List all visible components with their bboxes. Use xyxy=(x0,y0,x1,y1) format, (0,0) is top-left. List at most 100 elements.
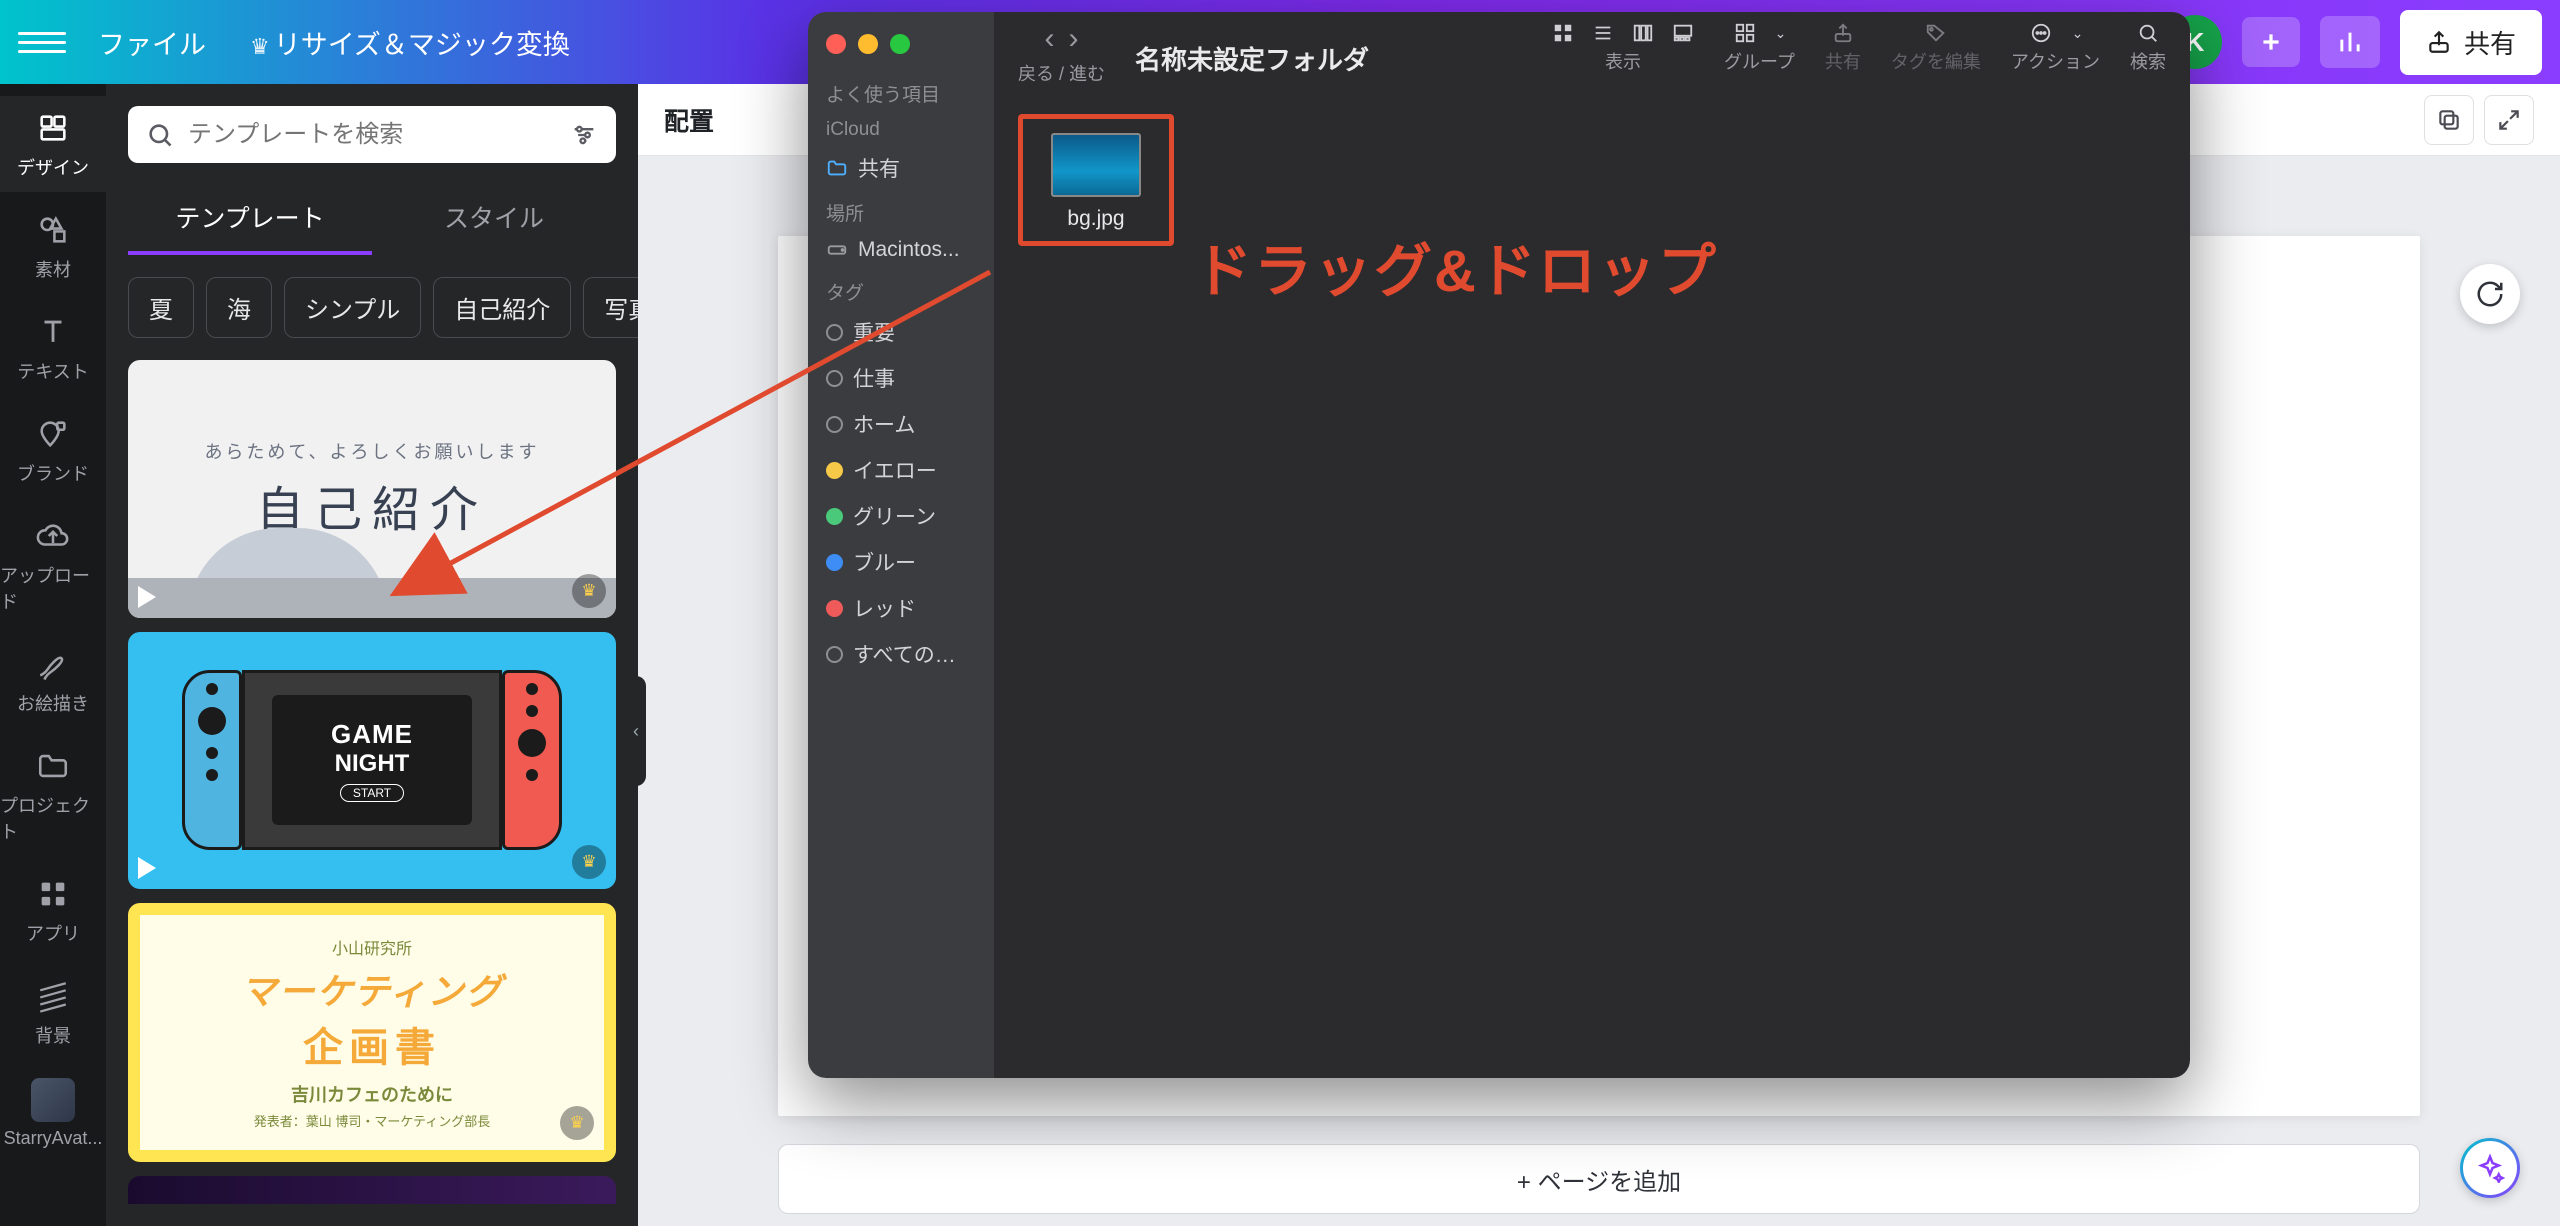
position-button[interactable]: 配置 xyxy=(664,102,714,138)
edit-tag[interactable]: タグを編集 xyxy=(1891,22,1981,74)
group-icon xyxy=(1733,22,1757,44)
back-icon: ‹ xyxy=(1045,22,1055,56)
column-view-icon xyxy=(1632,22,1654,44)
rail-text[interactable]: テキスト xyxy=(0,300,106,396)
rail-apps[interactable]: アプリ xyxy=(0,862,106,958)
design-icon xyxy=(33,108,73,148)
premium-icon: ♛ xyxy=(572,845,606,879)
tag-home[interactable]: ホーム xyxy=(808,401,994,447)
refresh-fab[interactable] xyxy=(2460,264,2520,324)
rail-elements[interactable]: 素材 xyxy=(0,198,106,294)
expand-button[interactable] xyxy=(2484,95,2534,145)
view-switcher[interactable]: 表示 xyxy=(1552,22,1694,74)
nav-back-forward[interactable]: ‹› 戻る / 進む xyxy=(1018,22,1105,86)
folder-icon xyxy=(33,746,73,786)
rail-starry-avatar[interactable]: StarryAvat... xyxy=(0,1066,106,1161)
premium-icon: ♛ xyxy=(560,1106,594,1140)
rail-brand[interactable]: ブランド xyxy=(0,402,106,498)
zoom-window-icon[interactable] xyxy=(890,34,910,54)
chip-selfintro[interactable]: 自己紹介 xyxy=(433,277,571,338)
chip-sea[interactable]: 海 xyxy=(206,277,272,338)
sidebar-tags-header: タグ xyxy=(808,270,994,309)
premium-icon: ♛ xyxy=(572,574,606,608)
play-icon xyxy=(138,586,156,608)
tag-important[interactable]: 重要 xyxy=(808,309,994,355)
templates-panel: テンプレート スタイル 夏 海 シンプル 自己紹介 写真 › あらためて、よろし… xyxy=(106,84,638,1226)
tag-red[interactable]: レッド xyxy=(808,585,994,631)
finder-share[interactable]: 共有 xyxy=(1825,22,1861,74)
duplicate-page-button[interactable] xyxy=(2424,95,2474,145)
sidebar-favorites-header: よく使う項目 xyxy=(808,72,994,111)
search-input[interactable] xyxy=(188,121,556,149)
file-tile-bg[interactable]: bg.jpg xyxy=(1018,114,1174,246)
tag-blue[interactable]: ブルー xyxy=(808,539,994,585)
apps-icon xyxy=(33,874,73,914)
list-view-icon xyxy=(1592,22,1614,44)
tab-templates[interactable]: テンプレート xyxy=(128,183,372,255)
template-card-2[interactable]: GAME NIGHT START ♛ xyxy=(128,632,616,889)
upload-icon xyxy=(33,516,73,556)
chip-summer[interactable]: 夏 xyxy=(128,277,194,338)
finder-window: よく使う項目 iCloud 共有 場所 Macintos... タグ 重要 仕事… xyxy=(808,12,2190,1078)
background-icon xyxy=(33,976,73,1016)
tag-green[interactable]: グリーン xyxy=(808,493,994,539)
file-thumbnail xyxy=(1051,133,1141,197)
panel-tabs: テンプレート スタイル xyxy=(128,183,616,255)
brand-icon xyxy=(33,414,73,454)
minimize-window-icon[interactable] xyxy=(858,34,878,54)
template-card-3[interactable]: 小山研究所 マーケティング 企画書 吉川カフェのために 発表者：葉山 博司・マー… xyxy=(128,903,616,1162)
finder-title: 名称未設定フォルダ xyxy=(1135,40,1369,77)
menu-button[interactable] xyxy=(18,18,66,66)
finder-search[interactable]: 検索 xyxy=(2130,22,2166,74)
template-list: あらためて、よろしくお願いします 自己紹介 ♛ GAME NIGHT START… xyxy=(128,360,616,1204)
template-search[interactable] xyxy=(128,106,616,163)
rail-draw[interactable]: お絵描き xyxy=(0,632,106,728)
gallery-view-icon xyxy=(1672,22,1694,44)
sidebar-item-disk[interactable]: Macintos... xyxy=(808,230,994,270)
filter-icon[interactable] xyxy=(570,121,598,149)
tab-styles[interactable]: スタイル xyxy=(372,183,616,255)
action-icon xyxy=(2028,22,2054,44)
template-card-4[interactable] xyxy=(128,1176,616,1204)
rail-background[interactable]: 背景 xyxy=(0,964,106,1060)
tag-icon xyxy=(1925,22,1947,44)
analytics-button[interactable] xyxy=(2320,16,2380,68)
finder-main: ‹› 戻る / 進む 名称未設定フォルダ 表示 ⌄ グループ 共有 xyxy=(994,12,2190,1078)
finder-content[interactable]: bg.jpg ドラッグ&ドロップ xyxy=(994,94,2190,1078)
left-rail: デザイン 素材 テキスト ブランド アップロード お絵描き プロジェクト アプリ… xyxy=(0,84,106,1226)
share-icon xyxy=(1832,22,1854,44)
forward-icon: › xyxy=(1069,22,1079,56)
resize-magic-button[interactable]: ♛リサイズ＆マジック変換 xyxy=(238,15,582,70)
window-controls[interactable] xyxy=(808,26,994,72)
annotation-text: ドラッグ&ドロップ xyxy=(1194,224,1718,308)
finder-sidebar: よく使う項目 iCloud 共有 場所 Macintos... タグ 重要 仕事… xyxy=(808,12,994,1078)
file-menu[interactable]: ファイル xyxy=(86,15,218,70)
sidebar-item-shared[interactable]: 共有 xyxy=(808,145,994,191)
sidebar-icloud-header: iCloud xyxy=(808,111,994,145)
chip-row: 夏 海 シンプル 自己紹介 写真 › xyxy=(128,277,616,338)
file-name: bg.jpg xyxy=(1067,207,1124,231)
rail-upload[interactable]: アップロード xyxy=(0,504,106,626)
add-member-button[interactable] xyxy=(2242,17,2300,67)
share-button[interactable]: 共有 xyxy=(2400,10,2542,75)
group-menu[interactable]: ⌄ グループ xyxy=(1724,22,1795,74)
chip-simple[interactable]: シンプル xyxy=(284,277,421,338)
ai-assist-fab[interactable] xyxy=(2460,1138,2520,1198)
text-icon xyxy=(33,312,73,352)
rail-design[interactable]: デザイン xyxy=(0,96,106,192)
template-card-1[interactable]: あらためて、よろしくお願いします 自己紹介 ♛ xyxy=(128,360,616,617)
close-window-icon[interactable] xyxy=(826,34,846,54)
tag-all[interactable]: すべての… xyxy=(808,631,994,677)
action-menu[interactable]: ⌄ アクション xyxy=(2011,22,2100,74)
tag-work[interactable]: 仕事 xyxy=(808,355,994,401)
play-icon xyxy=(138,857,156,879)
rail-projects[interactable]: プロジェクト xyxy=(0,734,106,856)
search-icon xyxy=(2137,22,2159,44)
sidebar-locations-header: 場所 xyxy=(808,191,994,230)
add-page-button[interactable]: + ページを追加 xyxy=(778,1144,2420,1214)
tag-yellow[interactable]: イエロー xyxy=(808,447,994,493)
panel-collapse-handle[interactable]: ‹ xyxy=(626,676,646,786)
draw-icon xyxy=(33,644,73,684)
starry-avatar-icon xyxy=(31,1078,75,1122)
elements-icon xyxy=(33,210,73,250)
